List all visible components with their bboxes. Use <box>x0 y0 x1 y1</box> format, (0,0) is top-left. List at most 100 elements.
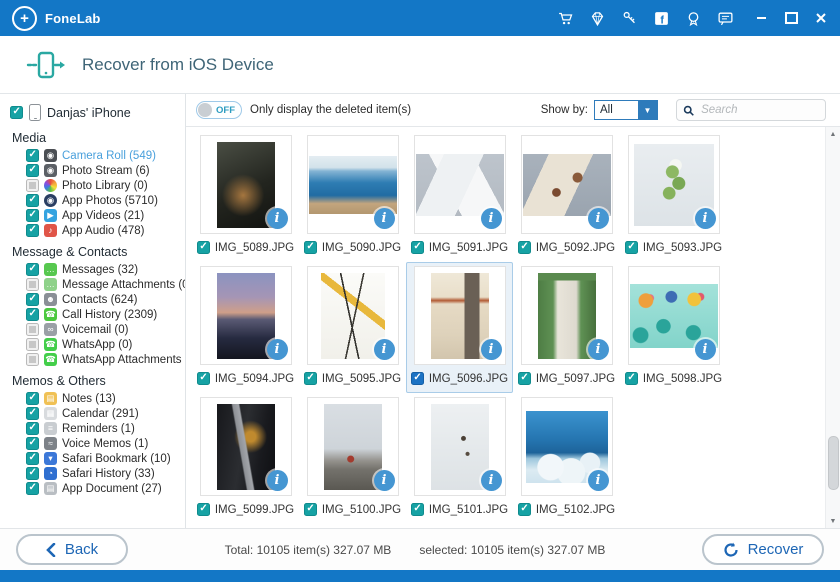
minimize-button[interactable] <box>754 11 768 25</box>
checkbox-notes[interactable] <box>26 392 39 405</box>
gem-icon[interactable] <box>589 10 606 27</box>
scrollbar-thumb[interactable] <box>828 436 839 490</box>
thumbnail-img-5095-jpg[interactable]: i <box>307 266 399 365</box>
sidebar-item-calendar[interactable]: ▦Calendar (291) <box>0 406 185 421</box>
checkbox-calendar[interactable] <box>26 407 39 420</box>
thumbnail-img-5102-jpg[interactable]: i <box>521 397 613 496</box>
file-checkbox[interactable] <box>304 372 317 385</box>
info-icon[interactable]: i <box>481 470 502 491</box>
sidebar-item-app-photos[interactable]: ◉App Photos (5710) <box>0 193 185 208</box>
info-icon[interactable]: i <box>588 208 609 229</box>
info-icon[interactable]: i <box>588 339 609 360</box>
grid-cell-img-5102-jpg[interactable]: iIMG_5102.JPG <box>513 393 620 524</box>
info-icon[interactable]: i <box>374 339 395 360</box>
file-checkbox[interactable] <box>197 503 210 516</box>
checkbox-safari-bookmark[interactable] <box>26 452 39 465</box>
recover-button[interactable]: Recover <box>702 534 824 565</box>
grid-cell-img-5100-jpg[interactable]: iIMG_5100.JPG <box>299 393 406 524</box>
thumbnail-img-5094-jpg[interactable]: i <box>200 266 292 365</box>
thumbnail-img-5100-jpg[interactable]: i <box>307 397 399 496</box>
thumbnail-img-5097-jpg[interactable]: i <box>521 266 613 365</box>
scroll-up-arrow[interactable]: ▲ <box>826 127 840 141</box>
file-checkbox[interactable] <box>304 503 317 516</box>
grid-cell-img-5095-jpg[interactable]: iIMG_5095.JPG <box>299 262 406 393</box>
sidebar-item-camera-roll[interactable]: ◉Camera Roll (549) <box>0 148 185 163</box>
checkbox-whatsapp[interactable] <box>26 338 39 351</box>
feedback-icon[interactable] <box>717 10 734 27</box>
file-checkbox[interactable] <box>411 372 424 385</box>
grid-cell-img-5089-jpg[interactable]: iIMG_5089.JPG <box>192 131 299 262</box>
sidebar-item-safari-bookmark[interactable]: ▾Safari Bookmark (10) <box>0 451 185 466</box>
thumbnail-img-5092-jpg[interactable]: i <box>521 135 613 234</box>
file-checkbox[interactable] <box>518 372 531 385</box>
file-checkbox[interactable] <box>411 241 424 254</box>
checkbox-call-history[interactable] <box>26 308 39 321</box>
sidebar-item-voicemail[interactable]: ∞Voicemail (0) <box>0 322 185 337</box>
checkbox-camera-roll[interactable] <box>26 149 39 162</box>
grid-cell-img-5093-jpg[interactable]: iIMG_5093.JPG <box>620 131 727 262</box>
promotion-icon[interactable] <box>685 10 702 27</box>
checkbox-messages[interactable] <box>26 263 39 276</box>
checkbox-photo-library[interactable] <box>26 179 39 192</box>
sidebar-item-message-attachments[interactable]: …Message Attachments (0) <box>0 277 185 292</box>
checkbox-app-photos[interactable] <box>26 194 39 207</box>
info-icon[interactable]: i <box>374 208 395 229</box>
thumbnail-img-5099-jpg[interactable]: i <box>200 397 292 496</box>
search-input[interactable] <box>699 103 819 117</box>
thumbnail-img-5101-jpg[interactable]: i <box>414 397 506 496</box>
close-button[interactable] <box>814 11 828 25</box>
info-icon[interactable]: i <box>695 208 716 229</box>
checkbox-app-document[interactable] <box>26 482 39 495</box>
back-button[interactable]: Back <box>16 534 128 565</box>
checkbox-reminders[interactable] <box>26 422 39 435</box>
checkbox-app-videos[interactable] <box>26 209 39 222</box>
sidebar-item-safari-history[interactable]: ◔Safari History (33) <box>0 466 185 481</box>
thumbnail-img-5093-jpg[interactable]: i <box>628 135 720 234</box>
sidebar-item-photo-library[interactable]: Photo Library (0) <box>0 178 185 193</box>
info-icon[interactable]: i <box>481 339 502 360</box>
sidebar-item-whatsapp-attachments[interactable]: ☎WhatsApp Attachments (0) <box>0 352 185 367</box>
checkbox-app-audio[interactable] <box>26 224 39 237</box>
search-box[interactable] <box>676 99 826 121</box>
info-icon[interactable]: i <box>695 339 716 360</box>
grid-cell-img-5092-jpg[interactable]: iIMG_5092.JPG <box>513 131 620 262</box>
facebook-icon[interactable]: f <box>653 10 670 27</box>
info-icon[interactable]: i <box>588 470 609 491</box>
checkbox-contacts[interactable] <box>26 293 39 306</box>
maximize-button[interactable] <box>784 11 798 25</box>
file-checkbox[interactable] <box>625 241 638 254</box>
sidebar-item-app-audio[interactable]: ♪App Audio (478) <box>0 223 185 238</box>
sidebar-item-notes[interactable]: ▤Notes (13) <box>0 391 185 406</box>
sidebar-item-contacts[interactable]: ☻Contacts (624) <box>0 292 185 307</box>
file-checkbox[interactable] <box>518 241 531 254</box>
thumbnail-img-5090-jpg[interactable]: i <box>307 135 399 234</box>
checkbox-whatsapp-attachments[interactable] <box>26 353 39 366</box>
grid-cell-img-5096-jpg[interactable]: iIMG_5096.JPG <box>406 262 513 393</box>
file-checkbox[interactable] <box>411 503 424 516</box>
file-checkbox[interactable] <box>625 372 638 385</box>
grid-cell-img-5097-jpg[interactable]: iIMG_5097.JPG <box>513 262 620 393</box>
sidebar-item-app-videos[interactable]: ▶App Videos (21) <box>0 208 185 223</box>
grid-cell-img-5098-jpg[interactable]: iIMG_5098.JPG <box>620 262 727 393</box>
sidebar-device-row[interactable]: Danjas' iPhone <box>0 102 185 124</box>
sidebar-item-voice-memos[interactable]: ≈Voice Memos (1) <box>0 436 185 451</box>
thumbnail-img-5096-jpg[interactable]: i <box>414 266 506 365</box>
scroll-down-arrow[interactable]: ▼ <box>826 514 840 528</box>
file-checkbox[interactable] <box>197 372 210 385</box>
info-icon[interactable]: i <box>267 470 288 491</box>
info-icon[interactable]: i <box>481 208 502 229</box>
thumbnail-img-5098-jpg[interactable]: i <box>628 266 720 365</box>
checkbox-voice-memos[interactable] <box>26 437 39 450</box>
checkbox-photo-stream[interactable] <box>26 164 39 177</box>
sidebar-item-photo-stream[interactable]: ◉Photo Stream (6) <box>0 163 185 178</box>
grid-cell-img-5099-jpg[interactable]: iIMG_5099.JPG <box>192 393 299 524</box>
device-checkbox[interactable] <box>10 106 23 119</box>
sidebar-item-messages[interactable]: …Messages (32) <box>0 262 185 277</box>
grid-cell-img-5091-jpg[interactable]: iIMG_5091.JPG <box>406 131 513 262</box>
checkbox-safari-history[interactable] <box>26 467 39 480</box>
thumbnail-img-5091-jpg[interactable]: i <box>414 135 506 234</box>
grid-cell-img-5094-jpg[interactable]: iIMG_5094.JPG <box>192 262 299 393</box>
cart-icon[interactable] <box>557 10 574 27</box>
info-icon[interactable]: i <box>374 470 395 491</box>
sidebar-item-whatsapp[interactable]: ☎WhatsApp (0) <box>0 337 185 352</box>
